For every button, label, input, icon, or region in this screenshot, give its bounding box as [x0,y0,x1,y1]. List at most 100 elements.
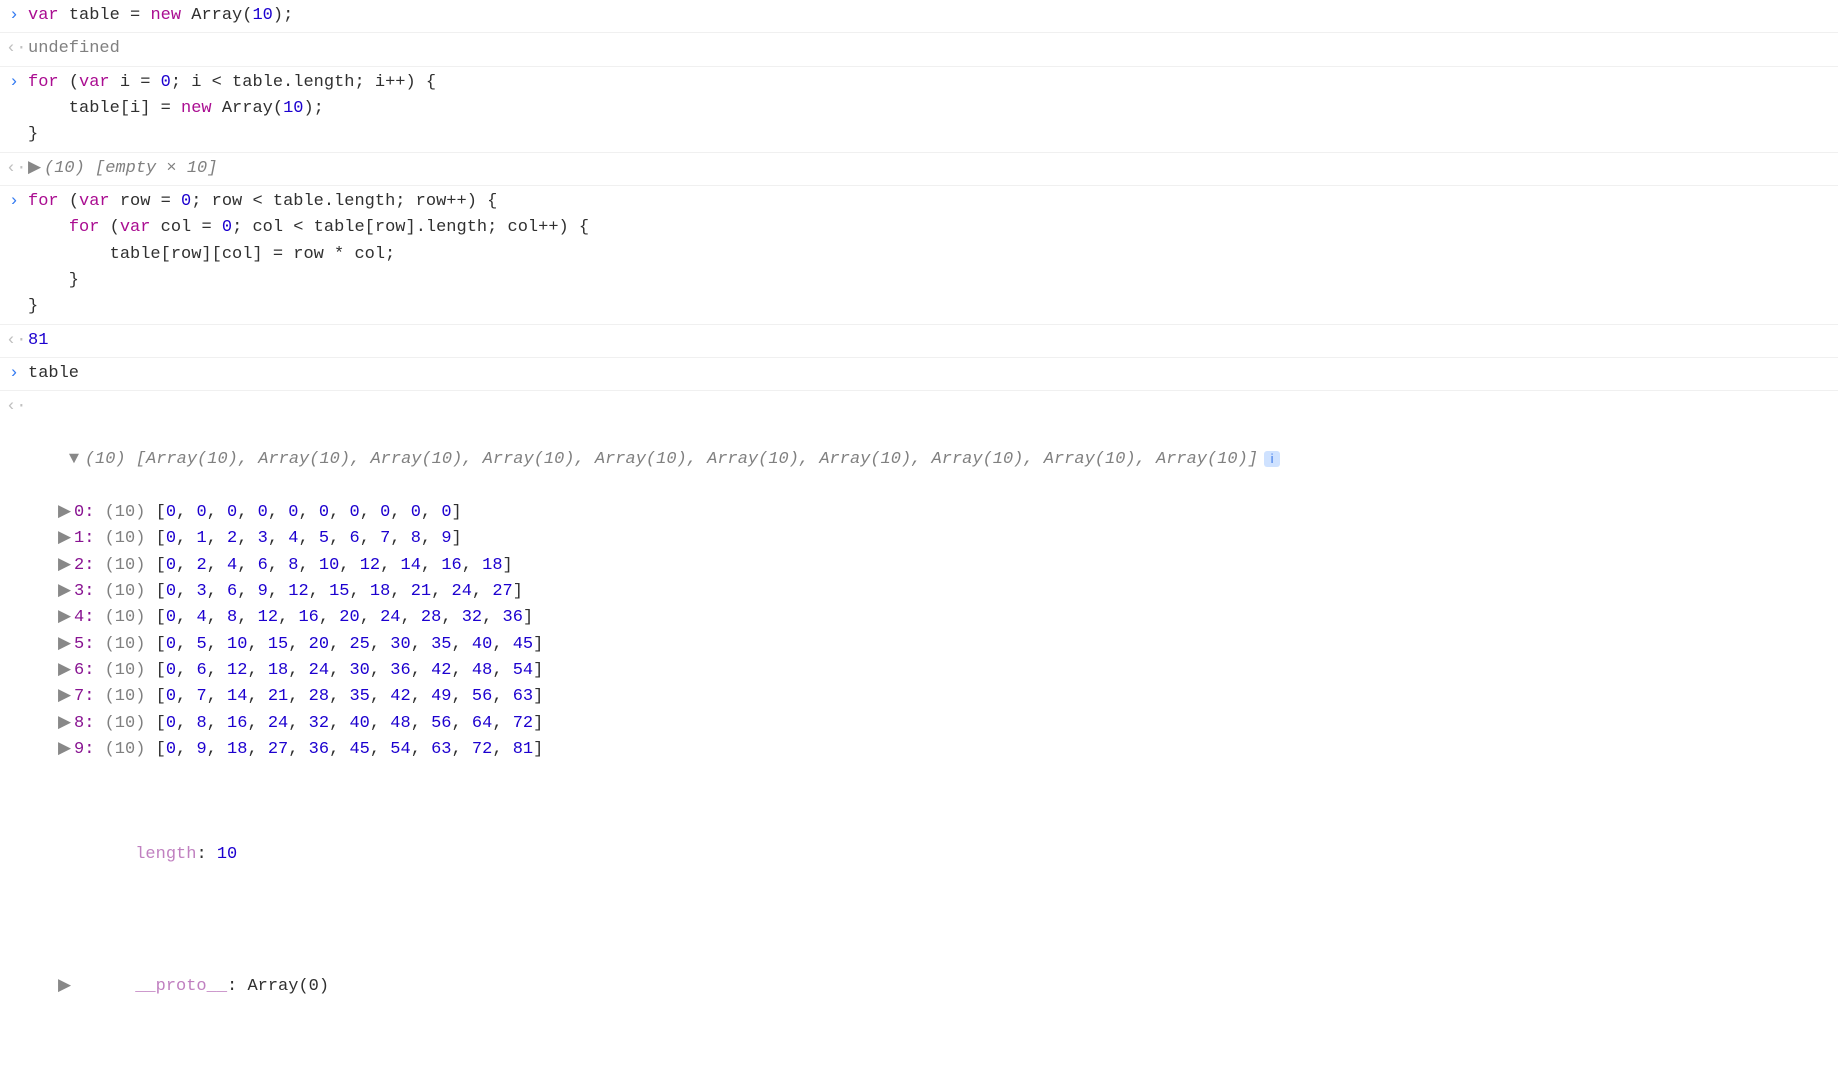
code-token: 81 [28,331,48,350]
array-value: 0 [380,503,390,522]
comma: , [207,582,227,601]
comma: , [207,687,227,706]
output-prompt-icon: ‹· [6,394,22,420]
array-index-row[interactable]: ▶6: (10) [0, 6, 12, 18, 24, 30, 36, 42, … [28,658,1838,684]
array-index-row[interactable]: ▶2: (10) [0, 2, 4, 6, 8, 10, 12, 14, 16,… [28,553,1838,579]
code-token: ( [69,73,79,92]
array-value: 6 [227,582,237,601]
array-value: 0 [349,503,359,522]
comma: , [207,714,227,733]
length-label: length [135,845,196,864]
comma: , [176,687,196,706]
array-value: 28 [309,687,329,706]
bracket: [ [156,740,166,759]
comma: , [247,635,267,654]
comma: , [452,714,472,733]
array-value: 18 [370,582,390,601]
bracket: ] [452,529,462,548]
array-value: 32 [462,608,482,627]
array-value: 0 [166,740,176,759]
comma: , [452,740,472,759]
bracket: [ [156,687,166,706]
array-index-row[interactable]: ▶1: (10) [0, 1, 2, 3, 4, 5, 6, 7, 8, 9] [28,526,1838,552]
array-value: 48 [390,714,410,733]
comma: , [441,608,461,627]
comma: , [298,503,318,522]
code-token: undefined [28,39,120,58]
array-index: 0: [74,503,94,522]
output-prompt-icon: ‹· [6,36,22,62]
comma: , [247,740,267,759]
comma: , [360,503,380,522]
array-value: 21 [268,687,288,706]
array-index-row[interactable]: ▶5: (10) [0, 5, 10, 15, 20, 25, 30, 35, … [28,632,1838,658]
array-value: 35 [431,635,451,654]
array-value: 30 [390,635,410,654]
code-token: i = [120,73,161,92]
disclosure-triangle-icon[interactable]: ▶ [58,632,70,658]
array-value: 4 [288,529,298,548]
array-value: 4 [227,556,237,575]
proto-label: __proto__ [135,977,227,996]
disclosure-triangle-icon[interactable]: ▶ [58,500,70,526]
array-value: 0 [166,687,176,706]
array-value: 36 [503,608,523,627]
length-value: 10 [217,845,237,864]
bracket: ] [533,687,543,706]
array-value: 0 [411,503,421,522]
comma: , [288,687,308,706]
comma: , [431,582,451,601]
comma: , [360,529,380,548]
disclosure-triangle-icon[interactable]: ▶ [58,605,70,631]
array-index-row[interactable]: ▶8: (10) [0, 8, 16, 24, 32, 40, 48, 56, … [28,711,1838,737]
code-token: table[i] = [28,99,181,118]
array-count: (10) [105,503,146,522]
array-index-row[interactable]: ▶7: (10) [0, 7, 14, 21, 28, 35, 42, 49, … [28,684,1838,710]
array-index-row[interactable]: ▶0: (10) [0, 0, 0, 0, 0, 0, 0, 0, 0, 0] [28,500,1838,526]
array-value: 6 [196,661,206,680]
array-value: 40 [349,714,369,733]
code-token: new [181,99,222,118]
proto-property[interactable]: ▶__proto__: Array(0) [28,948,1838,1027]
disclosure-triangle-icon[interactable]: ▶ [58,737,70,763]
array-value: 48 [472,661,492,680]
disclosure-triangle-icon[interactable]: ▶ [58,579,70,605]
comma: , [207,740,227,759]
comma: , [390,529,410,548]
disclosure-triangle-icon[interactable]: ▶ [58,711,70,737]
code-token [28,218,69,237]
array-index-row[interactable]: ▶4: (10) [0, 4, 8, 12, 16, 20, 24, 28, 3… [28,605,1838,631]
code-token: table[row][col] = row * col; [28,245,395,264]
array-value: 10 [319,556,339,575]
array-value: 0 [166,635,176,654]
array-index-row[interactable]: ▶9: (10) [0, 9, 18, 27, 36, 45, 54, 63, … [28,737,1838,763]
disclosure-triangle-icon[interactable]: ▶ [58,553,70,579]
disclosure-triangle-icon[interactable]: ▶ [28,156,40,182]
array-value: 0 [288,503,298,522]
info-icon[interactable]: i [1264,451,1280,467]
array-value: 0 [166,503,176,522]
array-index-row[interactable]: ▶3: (10) [0, 3, 6, 9, 12, 15, 18, 21, 24… [28,579,1838,605]
array-index: 6: [74,661,94,680]
array-value: 21 [411,582,431,601]
array-value: 0 [441,503,451,522]
comma: , [452,635,472,654]
array-value: 16 [227,714,247,733]
array-value: 24 [309,661,329,680]
console-output-row: ‹· undefined [0,32,1838,65]
code-token: (10) [44,159,95,178]
disclosure-triangle-icon[interactable]: ▶ [58,684,70,710]
array-value: 20 [339,608,359,627]
comma: , [288,661,308,680]
code-token: Array( [191,6,252,25]
array-value: 0 [166,529,176,548]
console-output-row: ‹·81 [0,324,1838,357]
disclosure-triangle-icon[interactable]: ▶ [58,974,70,1000]
disclosure-triangle-down-icon[interactable]: ▼ [69,447,81,473]
disclosure-triangle-icon[interactable]: ▶ [58,658,70,684]
comma: , [207,661,227,680]
comma: , [329,503,349,522]
disclosure-triangle-icon[interactable]: ▶ [58,526,70,552]
array-value: 35 [349,687,369,706]
array-value: 56 [431,714,451,733]
